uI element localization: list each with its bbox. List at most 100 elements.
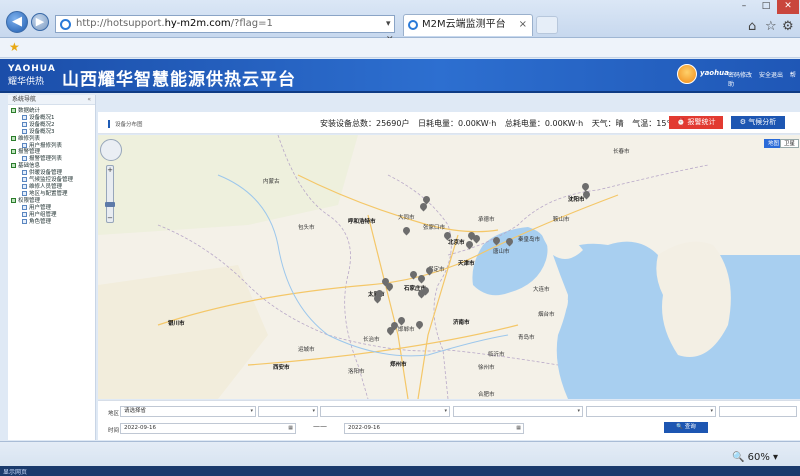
device-marker[interactable]	[418, 275, 425, 285]
device-marker[interactable]	[398, 317, 405, 327]
city-label: 烟台市	[538, 312, 555, 318]
sidebar-item[interactable]: 数据统计	[8, 108, 95, 115]
start-date-input[interactable]: 2022-09-16 ▦	[120, 423, 296, 434]
sidebar-item-label: 用户组管理	[29, 211, 57, 218]
favorites-bar: ★	[0, 38, 800, 58]
page-icon	[22, 114, 27, 120]
sidebar-item-label: 报警管理列表	[29, 156, 63, 163]
device-marker[interactable]	[493, 237, 500, 247]
device-map[interactable]: + − 地图 卫星 北京市 天津市 石家庄市 太原市 济南市 郑州市 呼和浩特市…	[98, 135, 800, 399]
tab-close-icon[interactable]: ×	[519, 15, 527, 35]
sidebar-item-label: 权限管理	[18, 197, 41, 204]
chevron-down-icon: ▾	[577, 408, 580, 414]
page-icon	[22, 211, 27, 217]
zoom-level[interactable]: 🔍 60% ▾	[732, 452, 778, 463]
sidebar-item[interactable]: 设备概况1	[8, 114, 95, 122]
page-icon	[22, 190, 27, 196]
end-date-input[interactable]: 2022-09-16 ▦	[344, 423, 524, 434]
home-icon[interactable]: ⌂	[748, 19, 756, 34]
favorites-icon[interactable]: ☆	[765, 19, 777, 34]
sidebar-item[interactable]: 气候监控设备管理	[8, 177, 95, 184]
folder-icon	[11, 149, 16, 155]
address-host: hy-m2m.com	[164, 18, 231, 29]
device-marker[interactable]	[583, 191, 590, 201]
browser-tab[interactable]: M2M云端监测平台 ×	[403, 14, 533, 36]
sidebar-item[interactable]: 用户组管理	[8, 211, 95, 219]
logout-link[interactable]: 安全退出	[759, 72, 783, 79]
device-marker[interactable]	[387, 327, 394, 337]
forward-button[interactable]: ▶	[31, 13, 49, 31]
alarm-stats-button[interactable]: ⏰ 报警统计	[669, 116, 723, 129]
district-select[interactable]: ▾	[320, 406, 450, 417]
sidebar-item[interactable]: 设备概况2	[8, 121, 95, 129]
zoom-in-button[interactable]: +	[107, 166, 113, 174]
weather: 天气：晴	[591, 119, 624, 128]
sidebar-item-label: 报警管理	[18, 149, 41, 156]
device-marker[interactable]	[506, 238, 513, 248]
station-select[interactable]: ▾	[453, 406, 583, 417]
city-label: 内蒙古	[263, 179, 280, 185]
query-button[interactable]: 🔍 查询	[664, 422, 708, 433]
page-icon	[22, 204, 27, 210]
city-label: 唐山市	[493, 249, 510, 255]
device-marker[interactable]	[466, 241, 473, 251]
sidebar-item[interactable]: 用户管理	[8, 204, 95, 212]
map-type-satellite-button[interactable]: 卫星	[780, 139, 800, 148]
sidebar-item[interactable]: 权限管理	[8, 197, 95, 205]
sidebar-item[interactable]: 维修人员管理	[8, 183, 95, 191]
province-select[interactable]: 请选择省 ▾	[120, 406, 256, 417]
new-tab-button[interactable]	[536, 16, 558, 34]
maximize-button[interactable]: □	[755, 0, 777, 14]
device-marker[interactable]	[473, 235, 480, 245]
zoom-slider[interactable]: + −	[105, 165, 115, 223]
pan-compass-icon[interactable]	[100, 139, 122, 161]
minimize-button[interactable]: –	[733, 0, 755, 14]
total-power: 总耗电量：0.00KW·h	[504, 119, 584, 128]
zoom-out-button[interactable]: −	[107, 214, 113, 222]
calendar-icon[interactable]: ▦	[288, 424, 293, 433]
app-header: YAOHUA 耀华供热 山西耀华智慧能源供热云平台 yaohua 密码修改 安全…	[0, 59, 800, 93]
device-marker[interactable]	[420, 203, 427, 213]
device-marker[interactable]	[374, 295, 381, 305]
sidebar-item[interactable]: 角色管理	[8, 218, 95, 226]
change-password-link[interactable]: 密码修改	[728, 72, 752, 79]
city-label: 运城市	[298, 347, 315, 353]
calendar-icon[interactable]: ▦	[516, 424, 521, 433]
logo-line1: YAOHUA	[8, 64, 56, 74]
extra-select[interactable]	[719, 406, 797, 417]
device-marker[interactable]	[386, 283, 393, 293]
sidebar-item[interactable]: 维修列表	[8, 135, 95, 143]
device-marker[interactable]	[422, 287, 429, 297]
city-label: 包头市	[298, 225, 315, 231]
city-select[interactable]: ▾	[258, 406, 318, 417]
header-links: 密码修改 安全退出 帮助	[728, 70, 800, 88]
climate-analysis-button[interactable]: ⚙ 气候分析	[731, 116, 785, 129]
sidebar-item-label: 供暖设备管理	[29, 170, 63, 177]
settings-gear-icon[interactable]: ⚙	[782, 19, 794, 34]
close-window-button[interactable]: ✕	[777, 0, 799, 14]
sidebar-item[interactable]: 地区与配置管理	[8, 190, 95, 198]
device-select[interactable]: ▾	[586, 406, 716, 417]
tab-ie-icon	[408, 20, 418, 30]
time-label: 时间	[108, 428, 120, 434]
address-bar[interactable]: e http://hotsupport.hy-m2m.com/?flag=1 ▾…	[55, 15, 395, 61]
sidebar-item[interactable]: 设备概况3	[8, 128, 95, 136]
back-button[interactable]: ◀	[6, 11, 28, 33]
city-label: 长治市	[363, 337, 380, 343]
device-marker[interactable]	[426, 267, 433, 277]
folder-icon	[11, 163, 16, 169]
device-marker[interactable]	[416, 321, 423, 331]
sidebar-item-label: 维修人员管理	[29, 183, 63, 190]
collapse-icon[interactable]: «	[87, 95, 91, 105]
nav-tree: 数据统计 设备概况1 设备概况2 设备概况3 维修列表 用户报修列表 报警管理 报警管理列表基…	[8, 105, 95, 225]
total-devices: 安装设备总数：25690户	[320, 119, 410, 128]
device-marker[interactable]	[403, 227, 410, 237]
taskbar-text: 显示网页	[3, 469, 28, 476]
favorites-star-icon[interactable]: ★	[9, 40, 20, 54]
tab-title: M2M云端监测平台	[422, 19, 506, 30]
device-marker[interactable]	[444, 232, 451, 242]
device-marker[interactable]	[410, 271, 417, 281]
query-label: 查询	[684, 424, 696, 430]
zoom-slider-knob[interactable]	[105, 202, 115, 207]
city-label: 西安市	[273, 365, 290, 371]
